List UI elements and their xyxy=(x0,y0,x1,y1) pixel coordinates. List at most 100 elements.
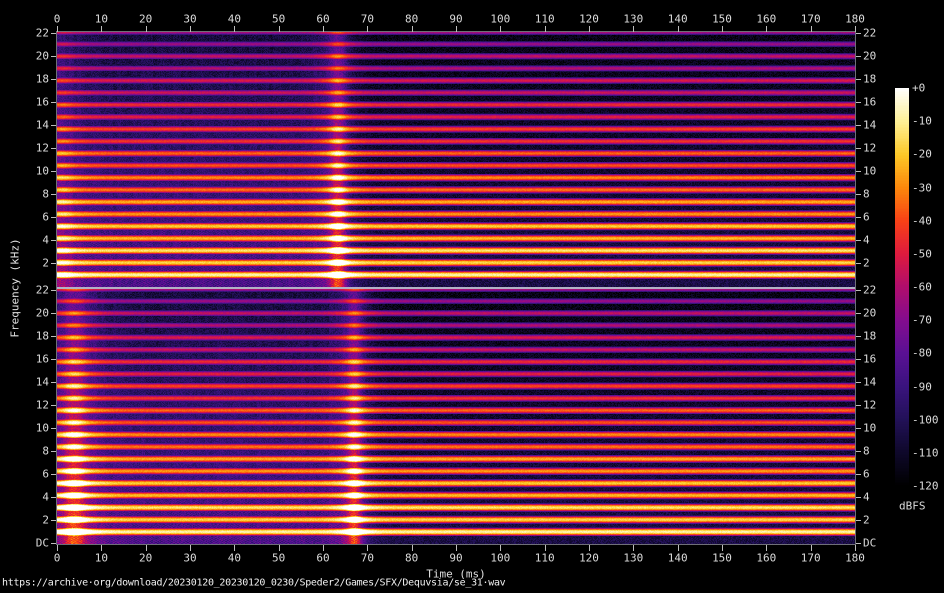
time-tick-mark xyxy=(146,26,147,32)
freq-tick-label: 10 xyxy=(36,422,49,433)
freq-tick-mark xyxy=(856,79,861,80)
colorbar xyxy=(895,88,909,486)
freq-tick-mark xyxy=(51,290,56,291)
time-tick-mark xyxy=(101,545,102,551)
time-tick-label: 0 xyxy=(54,14,61,25)
time-tick-label: 30 xyxy=(183,14,196,25)
time-tick-mark xyxy=(678,545,679,551)
colorbar-tick-label: -90 xyxy=(912,381,932,392)
time-tick-mark xyxy=(323,545,324,551)
time-tick-mark xyxy=(456,545,457,551)
freq-tick-mark xyxy=(51,359,56,360)
colorbar-tick-label: -60 xyxy=(912,282,932,293)
freq-tick-mark xyxy=(856,405,861,406)
freq-tick-label: 10 xyxy=(863,422,876,433)
freq-tick-label: 10 xyxy=(863,165,876,176)
freq-tick-label: 12 xyxy=(36,399,49,410)
freq-tick-label: 18 xyxy=(863,73,876,84)
freq-tick-label: 18 xyxy=(36,73,49,84)
freq-tick-mark xyxy=(51,520,56,521)
time-tick-label: 90 xyxy=(449,553,462,564)
time-tick-mark xyxy=(101,26,102,32)
time-tick-mark xyxy=(722,26,723,32)
time-tick-mark xyxy=(545,26,546,32)
time-tick-label: 60 xyxy=(316,14,329,25)
time-tick-mark xyxy=(633,545,634,551)
freq-tick-label: 12 xyxy=(36,142,49,153)
freq-tick-label: 22 xyxy=(863,27,876,38)
time-tick-label: 140 xyxy=(668,14,688,25)
freq-tick-label: 4 xyxy=(863,491,870,502)
channel-2-spectrogram-canvas xyxy=(57,289,855,544)
time-tick-mark xyxy=(279,26,280,32)
freq-tick-label: 8 xyxy=(42,188,49,199)
freq-tick-mark xyxy=(856,171,861,172)
source-url-text: https://archive·org/download/20230120_20… xyxy=(2,578,505,589)
time-tick-mark xyxy=(367,545,368,551)
freq-tick-mark xyxy=(51,405,56,406)
freq-tick-mark xyxy=(856,263,861,264)
freq-tick-mark xyxy=(856,451,861,452)
freq-tick-label: 18 xyxy=(36,330,49,341)
freq-tick-mark xyxy=(51,217,56,218)
time-tick-label: 10 xyxy=(95,553,108,564)
freq-tick-label: 4 xyxy=(863,234,870,245)
freq-tick-mark xyxy=(856,543,861,544)
colorbar-tick-label: -110 xyxy=(912,447,939,458)
time-tick-label: 160 xyxy=(756,553,776,564)
colorbar-tick-label: -100 xyxy=(912,414,939,425)
time-tick-label: 70 xyxy=(361,14,374,25)
freq-tick-label: 16 xyxy=(36,96,49,107)
time-tick-label: 170 xyxy=(801,553,821,564)
freq-tick-mark xyxy=(51,148,56,149)
time-tick-label: 90 xyxy=(449,14,462,25)
time-tick-mark xyxy=(234,26,235,32)
colorbar-tick-label: -40 xyxy=(912,215,932,226)
time-tick-label: 110 xyxy=(535,553,555,564)
time-tick-label: 40 xyxy=(228,14,241,25)
freq-tick-mark xyxy=(856,33,861,34)
freq-tick-mark xyxy=(856,240,861,241)
freq-tick-mark xyxy=(856,520,861,521)
time-tick-mark xyxy=(412,545,413,551)
time-tick-mark xyxy=(811,545,812,551)
freq-tick-mark xyxy=(51,56,56,57)
freq-tick-mark xyxy=(856,56,861,57)
freq-tick-mark xyxy=(51,33,56,34)
channel-1-spectrogram-canvas xyxy=(57,32,855,287)
freq-tick-label: 2 xyxy=(863,514,870,525)
freq-tick-mark xyxy=(51,382,56,383)
freq-tick-mark xyxy=(856,497,861,498)
time-tick-label: 60 xyxy=(316,553,329,564)
time-tick-mark xyxy=(811,26,812,32)
time-tick-mark xyxy=(855,545,856,551)
time-tick-label: 130 xyxy=(623,14,643,25)
freq-tick-mark xyxy=(51,194,56,195)
freq-tick-label: 8 xyxy=(42,445,49,456)
freq-tick-mark xyxy=(856,474,861,475)
colorbar-tick-label: +0 xyxy=(912,83,925,94)
freq-tick-label: 14 xyxy=(863,119,876,130)
time-tick-mark xyxy=(367,26,368,32)
freq-tick-label: 2 xyxy=(863,257,870,268)
freq-tick-mark xyxy=(856,102,861,103)
time-tick-mark xyxy=(234,545,235,551)
freq-tick-label: 22 xyxy=(36,27,49,38)
freq-tick-label: 20 xyxy=(863,50,876,61)
time-tick-label: 70 xyxy=(361,553,374,564)
time-tick-label: 110 xyxy=(535,14,555,25)
time-tick-mark xyxy=(412,26,413,32)
freq-tick-mark xyxy=(51,263,56,264)
freq-tick-mark xyxy=(51,79,56,80)
freq-tick-label: 2 xyxy=(42,257,49,268)
freq-tick-label: 12 xyxy=(863,142,876,153)
freq-tick-mark xyxy=(856,290,861,291)
freq-tick-label: 14 xyxy=(36,119,49,130)
colorbar-tick-label: -30 xyxy=(912,182,932,193)
time-tick-mark xyxy=(57,545,58,551)
freq-tick-label: 4 xyxy=(42,491,49,502)
freq-dc-label: DC xyxy=(36,538,49,549)
freq-tick-label: 20 xyxy=(36,50,49,61)
time-tick-label: 180 xyxy=(845,553,865,564)
freq-tick-label: 10 xyxy=(36,165,49,176)
